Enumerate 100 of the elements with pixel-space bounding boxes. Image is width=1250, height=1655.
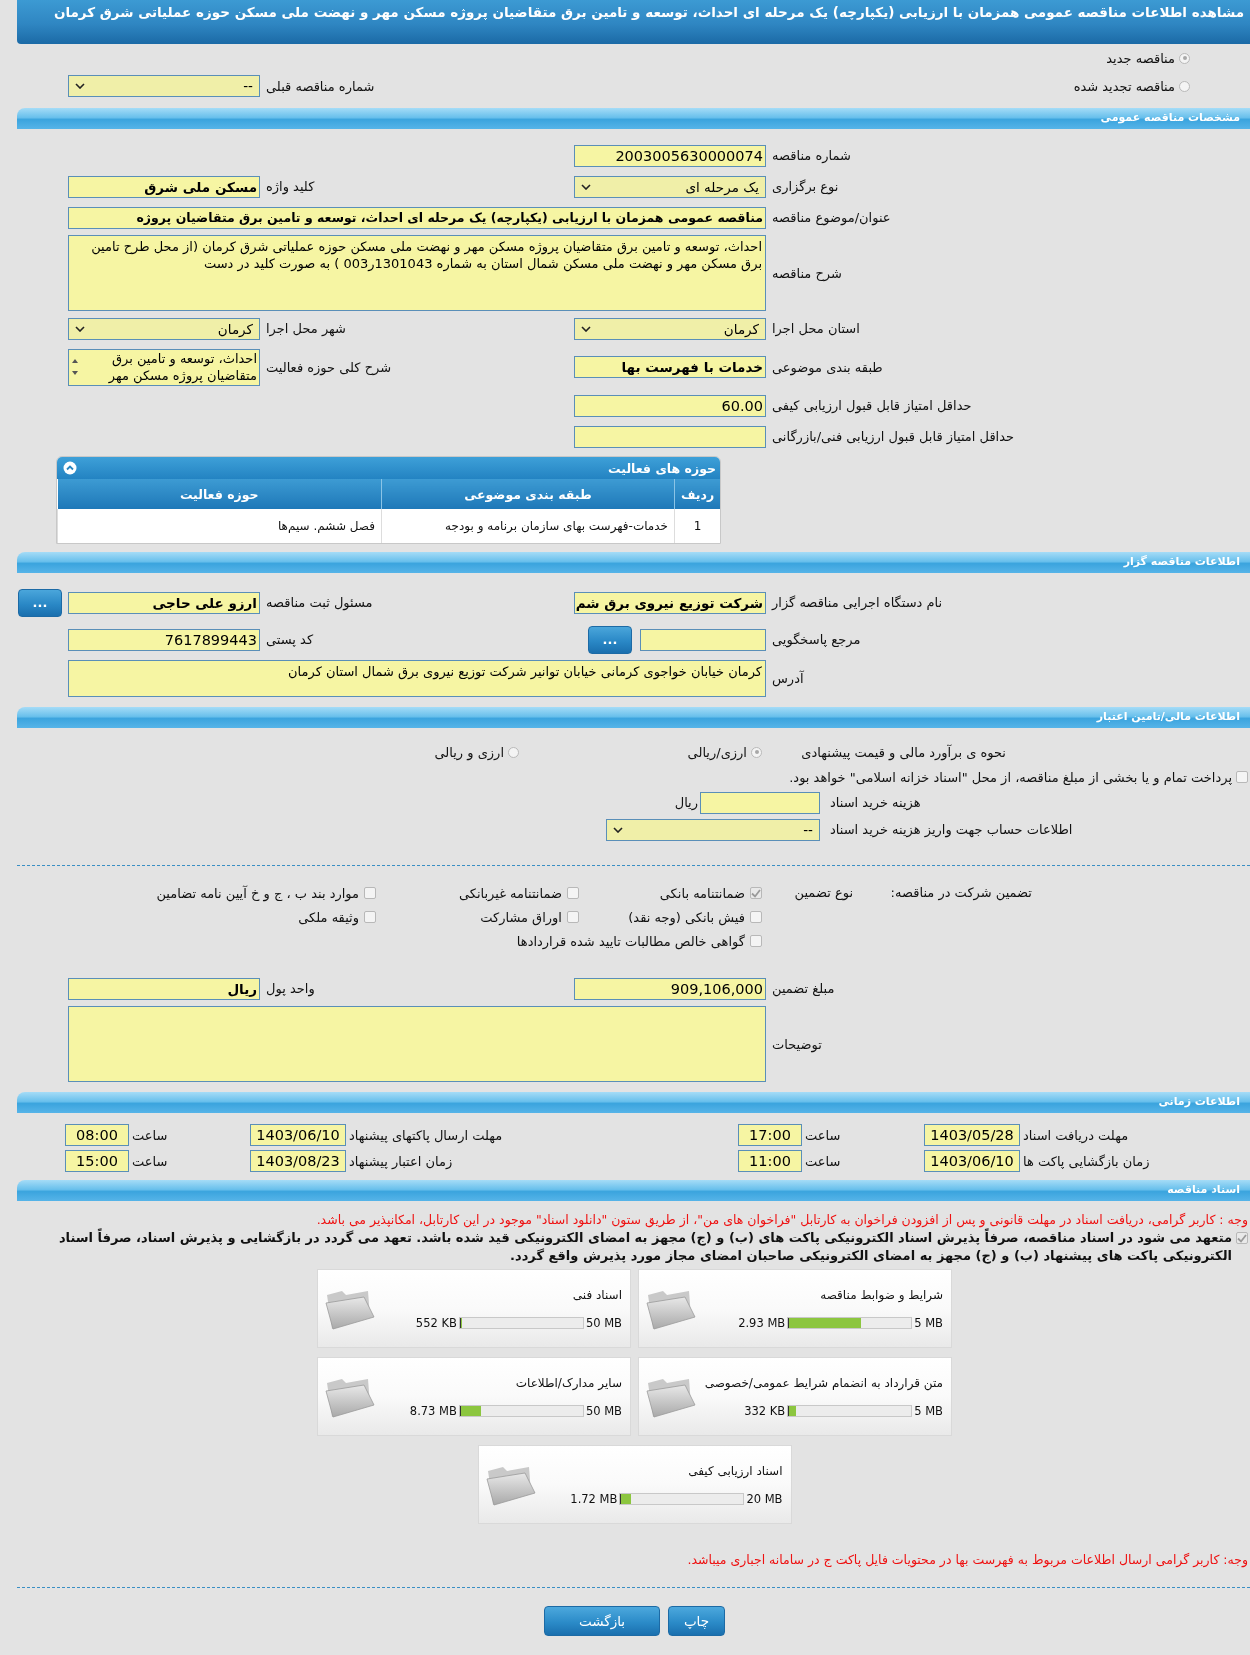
- caret-icon: [75, 83, 85, 89]
- caret-icon: [613, 826, 623, 833]
- section-header: مشخصات مناقصه عمومی: [17, 108, 1250, 129]
- field-label: عنوان/موضوع مناقصه: [771, 210, 892, 225]
- input-field[interactable]: 60.00: [574, 394, 766, 417]
- input-field[interactable]: شرکت توزیع نیروی برق شم: [574, 591, 766, 614]
- file-size: 552 KB: [415, 1315, 457, 1330]
- checkbox-label: موارد بند ب ، ج و خ آیین نامه تضامین: [156, 885, 359, 901]
- text-area[interactable]: کرمان خیابان خواجوی کرمانی خیابان توانیر شرکت توزیع نیروی برق شمال استان کرمان: [68, 660, 766, 697]
- page-title: مشاهده اطلاعات مناقصه عمومی همزمان با ارزیابی (یکپارچه) یک مرحله ای احداث، توسعه و تامین برق متقاضیان پروژه مسکن مهر و نهضت ملی مسکن حوزه عملیاتی شرق کرمان: [17, 0, 1250, 44]
- field-label: حداقل امتیاز قابل قبول ارزیابی کیفی: [771, 398, 973, 413]
- field-label: توضیحات: [771, 1036, 823, 1052]
- input-field[interactable]: 2003005630000074: [574, 144, 766, 167]
- dropdown[interactable]: کرمان: [574, 317, 766, 340]
- size-limit: 20 MB: [746, 1491, 783, 1506]
- radio-button[interactable]: [1179, 52, 1190, 64]
- field-label: شهر محل اجرا: [265, 321, 347, 336]
- input-field[interactable]: ارزو علی حاجی: [68, 591, 260, 614]
- more-button[interactable]: ...: [18, 588, 62, 617]
- dropdown[interactable]: --: [606, 818, 820, 841]
- checkbox[interactable]: [750, 935, 762, 947]
- field-label: تضمین شرکت در مناقصه:: [889, 884, 1032, 903]
- section-header: اسناد مناقصه: [17, 1180, 1250, 1201]
- dropdown[interactable]: --: [68, 75, 260, 97]
- document-title: شرایط و ضوابط مناقصه: [819, 1287, 943, 1302]
- field-label: حداقل امتیاز قابل قبول ارزیابی فنی/بازرگانی: [771, 429, 1016, 444]
- input-field[interactable]: 909,106,000: [574, 977, 766, 1000]
- input-field[interactable]: [640, 628, 766, 651]
- time-field[interactable]: 08:00: [65, 1124, 129, 1146]
- date-field[interactable]: 1403/08/23: [250, 1150, 346, 1172]
- time-field[interactable]: 17:00: [738, 1124, 802, 1146]
- section-header: اطلاعات زمانی: [17, 1092, 1250, 1113]
- field-label: نحوه ی برآورد مالی و قیمت پیشنهادی: [800, 744, 1006, 760]
- field-label: کد پستی: [265, 632, 315, 647]
- checkbox-label: پرداخت تمام و یا بخشی از مبلغ مناقصه، از محل "اسناد خزانه اسلامی" خواهد بود.: [789, 769, 1232, 785]
- dropdown[interactable]: کرمان: [68, 317, 260, 340]
- input-field[interactable]: مناقصه عمومی همزمان با ارزیابی (یکپارچه) یک مرحله ای احداث، توسعه و تامین برق متقاضیان پروژه: [68, 206, 766, 229]
- checkbox[interactable]: [1236, 1232, 1248, 1244]
- file-size: 1.72 MB: [570, 1491, 618, 1506]
- dropdown[interactable]: یک مرحله ای: [574, 175, 766, 198]
- document-title: اسناد فنی: [571, 1287, 622, 1302]
- field-label: آدرس: [771, 671, 805, 686]
- field-label: مبلغ تضمین: [771, 981, 836, 996]
- input-field[interactable]: [574, 425, 766, 448]
- checkbox[interactable]: [1236, 771, 1248, 783]
- more-button[interactable]: ...: [588, 625, 632, 654]
- field-label: نوع تضمین: [793, 884, 853, 903]
- panel-title: حوزه های فعالیت: [608, 460, 716, 476]
- file-size: 2.93 MB: [738, 1315, 786, 1330]
- radio-button[interactable]: [751, 746, 762, 758]
- date-field[interactable]: 1403/06/10: [924, 1150, 1020, 1172]
- section-header: اطلاعات مالی/تامین اعتبار: [17, 707, 1250, 728]
- checkbox[interactable]: [567, 911, 579, 923]
- field-label: مسئول ثبت مناقصه: [265, 595, 374, 610]
- checkbox-label: فیش بانکی (وجه نقد): [628, 909, 745, 925]
- field-label: نوع برگزاری: [771, 179, 840, 194]
- caret-icon: [75, 325, 85, 332]
- checkbox[interactable]: [750, 887, 762, 899]
- list-box[interactable]: احداث، توسعه و تامین برق متقاضیان پروژه مسکن مهر: [68, 348, 260, 386]
- table-cell: فصل ششم. سیم‌ها: [57, 509, 382, 543]
- date-field[interactable]: 1403/06/10: [250, 1124, 346, 1146]
- field-label: طبقه بندی موضوعی: [771, 359, 884, 375]
- input-field[interactable]: مسکن ملی شرق: [68, 175, 260, 198]
- checkbox[interactable]: [750, 911, 762, 923]
- time-field[interactable]: 15:00: [65, 1150, 129, 1172]
- input-field[interactable]: ریال: [68, 977, 260, 1000]
- pledge-text: متعهد می شود در اسناد مناقصه، صرفاً پذیرش اسناد الکترونیکی پاکت های (ب) و (ج) مجهز به امضای الکترونیکی قید شده باشد. تعهد می گردد در بازگشایی و پذیرش اسناد، صرفاً اسناد الکترونیکی پاکت های پیشنهاد (ب) و (ج) مجهز به امضای الکترونیکی صاحبان امضای مجاز مورد پذیرش واقع گردد.: [0, 1229, 1232, 1265]
- text-area[interactable]: احداث، توسعه و تامین برق متقاضیان پروژه مسکن مهر و نهضت ملی مسکن حوزه عملیاتی شرق کرمان (از محل طرح تامین برق مسکن مهر و نهضت ملی مسکن شمال استان به شماره 1301043ر003 ) به صورت کلید در دست: [68, 235, 766, 311]
- table-cell: خدمات-فهرست بهای سازمان برنامه و بودجه: [381, 509, 675, 543]
- input-field[interactable]: 7617899443: [68, 628, 260, 651]
- document-title: سایر مدارک/اطلاعات: [514, 1375, 622, 1390]
- field-label: واحد پول: [265, 981, 316, 996]
- column-header[interactable]: حوزه فعالیت: [57, 479, 382, 509]
- date-field[interactable]: 1403/05/28: [924, 1124, 1020, 1146]
- table-cell: 1: [674, 509, 720, 543]
- checkbox[interactable]: [364, 911, 376, 923]
- action-button[interactable]: چاپ: [668, 1606, 725, 1636]
- column-header[interactable]: ردیف: [674, 479, 720, 509]
- radio-button[interactable]: [1179, 80, 1190, 92]
- size-limit: 5 MB: [914, 1403, 943, 1418]
- checkbox[interactable]: [364, 887, 376, 899]
- checkbox[interactable]: [567, 887, 579, 899]
- text-area[interactable]: [68, 1006, 766, 1082]
- option-label: ارزی و ریالی: [434, 744, 504, 760]
- field-label: ساعت: [804, 1127, 842, 1143]
- check-icon: [1237, 1233, 1247, 1243]
- field-label: شرح کلی حوزه فعالیت: [265, 359, 393, 375]
- collapse-icon: [63, 461, 77, 475]
- caret-icon: [581, 183, 591, 190]
- caret-icon: [581, 325, 591, 332]
- action-button[interactable]: بازگشت: [544, 1606, 660, 1636]
- time-field[interactable]: 11:00: [738, 1150, 802, 1172]
- field-label: شماره مناقصه قبلی: [265, 78, 376, 94]
- input-field[interactable]: [700, 791, 820, 814]
- radio-button[interactable]: [508, 746, 519, 758]
- input-field[interactable]: خدمات با فهرست بها: [574, 356, 766, 378]
- column-header[interactable]: طبقه بندی موضوعی: [381, 479, 675, 509]
- notice-text: وجه: کاربر گرامی ارسال اطلاعات مربوط به فهرست بها در محتویات فایل پاکت ج در سامانه اجباری میباشد.: [686, 1552, 1249, 1567]
- section-header: اطلاعات مناقصه گزار: [17, 552, 1250, 573]
- field-label: شماره مناقصه: [771, 148, 852, 163]
